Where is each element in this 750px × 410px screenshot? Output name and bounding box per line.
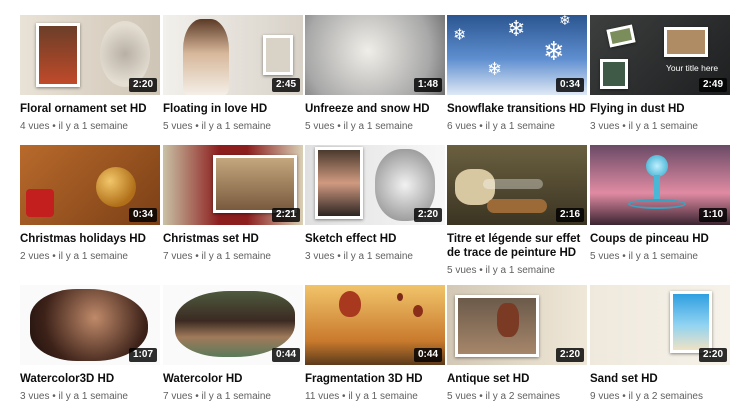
video-meta: 7 vues • il y a 1 semaine bbox=[163, 391, 271, 402]
video-grid: 2:20 Floral ornament set HD 4 vues • il … bbox=[0, 0, 750, 410]
video-duration: 0:34 bbox=[555, 78, 584, 92]
portrait-ornament-thumbnail[interactable]: 2:20 bbox=[20, 15, 160, 95]
video-duration: 1:10 bbox=[698, 208, 727, 222]
video-meta: 2 vues • il y a 1 semaine bbox=[20, 251, 128, 262]
overlay-title-text: Your title here bbox=[666, 63, 719, 73]
balloons-thumbnail[interactable]: 0:44 bbox=[305, 285, 445, 365]
pottery-thumbnail[interactable]: 2:20 bbox=[447, 285, 587, 365]
video-card[interactable]: Your title here 2:49 Flying in dust HD 3… bbox=[590, 15, 730, 133]
video-meta: 5 vues • il y a 1 semaine bbox=[305, 121, 413, 132]
video-title[interactable]: Fragmentation 3D HD bbox=[305, 372, 445, 386]
christmas-frame-thumbnail[interactable]: 2:21 bbox=[163, 145, 303, 225]
video-title[interactable]: Snowflake transitions HD bbox=[447, 102, 587, 116]
video-title[interactable]: Floating in love HD bbox=[163, 102, 303, 116]
sketch-portrait-thumbnail[interactable]: 2:20 bbox=[305, 145, 445, 225]
video-card[interactable]: 1:48 Unfreeze and snow HD 5 vues • il y … bbox=[305, 15, 445, 133]
video-meta: 3 vues • il y a 1 semaine bbox=[20, 391, 128, 402]
video-title[interactable]: Coups de pinceau HD bbox=[590, 232, 730, 246]
video-meta: 5 vues • il y a 1 semaine bbox=[590, 251, 698, 262]
video-card[interactable]: 1:07 Watercolor3D HD 3 vues • il y a 1 s… bbox=[20, 285, 160, 403]
video-duration: 0:44 bbox=[413, 348, 442, 362]
video-meta: 3 vues • il y a 1 semaine bbox=[590, 121, 698, 132]
watercolor-eyes-thumbnail[interactable]: 0:44 bbox=[163, 285, 303, 365]
video-duration: 1:48 bbox=[413, 78, 442, 92]
beach-thumbnail[interactable]: 2:20 bbox=[590, 285, 730, 365]
video-meta: 9 vues • il y a 2 semaines bbox=[590, 391, 703, 402]
christmas-ornaments-thumbnail[interactable]: 0:34 bbox=[20, 145, 160, 225]
frozen-face-thumbnail[interactable]: 1:48 bbox=[305, 15, 445, 95]
video-duration: 0:34 bbox=[128, 208, 157, 222]
video-duration: 2:16 bbox=[555, 208, 584, 222]
video-title[interactable]: Unfreeze and snow HD bbox=[305, 102, 445, 116]
video-meta: 5 vues • il y a 2 semaines bbox=[447, 391, 560, 402]
video-card[interactable]: 0:44 Fragmentation 3D HD 11 vues • il y … bbox=[305, 285, 445, 403]
video-card[interactable]: 2:20 Sketch effect HD 3 vues • il y a 1 … bbox=[305, 145, 445, 263]
video-card[interactable]: 2:20 Sand set HD 9 vues • il y a 2 semai… bbox=[590, 285, 730, 403]
flying-photos-thumbnail[interactable]: Your title here 2:49 bbox=[590, 15, 730, 95]
video-meta: 11 vues • il y a 1 semaine bbox=[305, 391, 418, 402]
video-title[interactable]: Flying in dust HD bbox=[590, 102, 730, 116]
video-card[interactable]: 2:20 Antique set HD 5 vues • il y a 2 se… bbox=[447, 285, 587, 403]
water-drop-thumbnail[interactable]: 1:10 bbox=[590, 145, 730, 225]
video-title[interactable]: Christmas holidays HD bbox=[20, 232, 160, 246]
video-card[interactable]: 2:16 Titre et légende sur effet de trace… bbox=[447, 145, 587, 277]
video-title[interactable]: Christmas set HD bbox=[163, 232, 303, 246]
video-meta: 5 vues • il y a 1 semaine bbox=[447, 265, 555, 276]
video-title[interactable]: Sketch effect HD bbox=[305, 232, 445, 246]
watercolor-portrait-thumbnail[interactable]: 1:07 bbox=[20, 285, 160, 365]
video-duration: 1:07 bbox=[128, 348, 157, 362]
nuts-bag-thumbnail[interactable]: 2:16 bbox=[447, 145, 587, 225]
video-card[interactable]: 1:10 Coups de pinceau HD 5 vues • il y a… bbox=[590, 145, 730, 263]
video-title[interactable]: Floral ornament set HD bbox=[20, 102, 160, 116]
video-duration: 2:20 bbox=[413, 208, 442, 222]
video-card[interactable]: 0:44 Watercolor HD 7 vues • il y a 1 sem… bbox=[163, 285, 303, 403]
video-duration: 2:45 bbox=[271, 78, 300, 92]
video-title[interactable]: Titre et légende sur effet de trace de p… bbox=[447, 232, 587, 260]
video-card[interactable]: 2:45 Floating in love HD 5 vues • il y a… bbox=[163, 15, 303, 133]
video-meta: 7 vues • il y a 1 semaine bbox=[163, 251, 271, 262]
video-duration: 2:20 bbox=[128, 78, 157, 92]
video-meta: 6 vues • il y a 1 semaine bbox=[447, 121, 555, 132]
video-card[interactable]: 0:34 Christmas holidays HD 2 vues • il y… bbox=[20, 145, 160, 263]
video-meta: 4 vues • il y a 1 semaine bbox=[20, 121, 128, 132]
video-meta: 3 vues • il y a 1 semaine bbox=[305, 251, 413, 262]
video-meta: 5 vues • il y a 1 semaine bbox=[163, 121, 271, 132]
bride-thumbnail[interactable]: 2:45 bbox=[163, 15, 303, 95]
video-card[interactable]: ❄ ❄ ❄ ❄ ❄ 0:34 Snowflake transitions HD … bbox=[447, 15, 587, 133]
video-duration: 2:20 bbox=[555, 348, 584, 362]
video-duration: 2:20 bbox=[698, 348, 727, 362]
video-duration: 0:44 bbox=[271, 348, 300, 362]
video-card[interactable]: 2:21 Christmas set HD 7 vues • il y a 1 … bbox=[163, 145, 303, 263]
video-card[interactable]: 2:20 Floral ornament set HD 4 vues • il … bbox=[20, 15, 160, 133]
video-duration: 2:21 bbox=[271, 208, 300, 222]
snowflakes-thumbnail[interactable]: ❄ ❄ ❄ ❄ ❄ 0:34 bbox=[447, 15, 587, 95]
video-title[interactable]: Antique set HD bbox=[447, 372, 587, 386]
video-title[interactable]: Watercolor3D HD bbox=[20, 372, 160, 386]
video-title[interactable]: Watercolor HD bbox=[163, 372, 303, 386]
video-duration: 2:49 bbox=[698, 78, 727, 92]
video-title[interactable]: Sand set HD bbox=[590, 372, 730, 386]
